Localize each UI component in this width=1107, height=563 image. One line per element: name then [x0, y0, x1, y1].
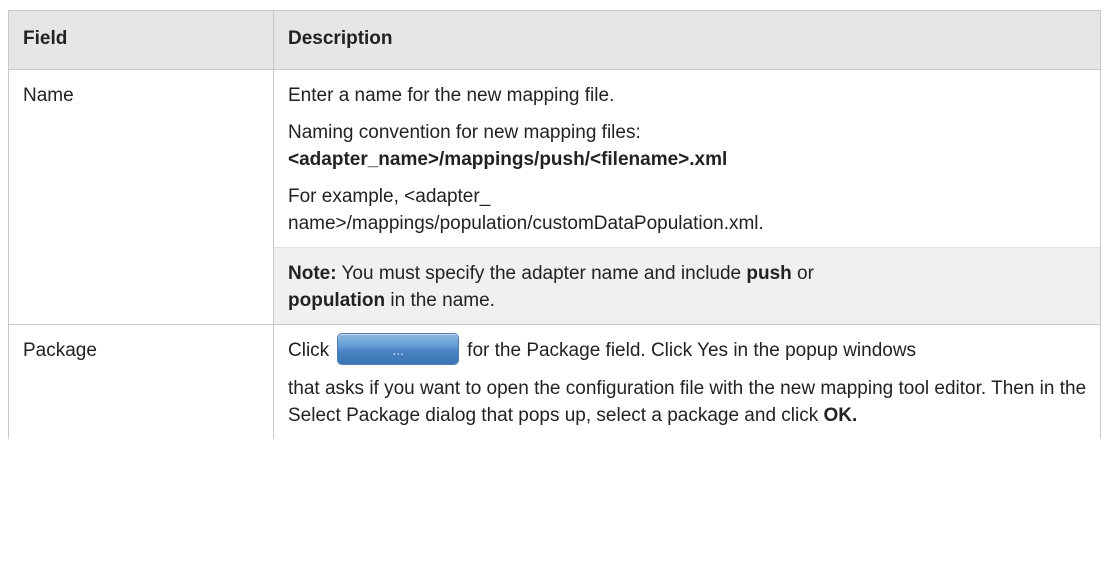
- field-package-cell: Package: [8, 324, 274, 439]
- note-text-part3: in the name.: [385, 290, 495, 311]
- note-text: Note: You must specify the adapter name …: [288, 260, 1086, 314]
- description-column-header: Description: [273, 10, 1101, 70]
- naming-convention: Naming convention for new mapping files:…: [288, 119, 1088, 173]
- naming-convention-label: Naming convention for new mapping files:: [288, 122, 641, 143]
- package-details: that asks if you want to open the config…: [288, 375, 1088, 429]
- package-details-text: that asks if you want to open the config…: [288, 378, 1087, 426]
- note-box: Note: You must specify the adapter name …: [274, 247, 1100, 324]
- package-click-text: Click: [288, 340, 330, 362]
- browse-ellipsis-button[interactable]: ...: [337, 333, 460, 365]
- package-instruction: Click... for the Package field. Click Yes…: [288, 333, 1088, 365]
- field-column-header: Field: [8, 10, 274, 70]
- table-row-package: Package Click... for the Package field. C…: [8, 324, 1101, 439]
- naming-example-line1: For example, <adapter_: [288, 186, 491, 207]
- description-cell-package: Click... for the Package field. Click Yes…: [273, 324, 1101, 439]
- description-cell-name: Enter a name for the new mapping file. N…: [273, 69, 1101, 325]
- field-description-table: Field Description Name Enter a name for …: [8, 10, 1101, 439]
- naming-convention-pattern: <adapter_name>/mappings/push/<filename>.…: [288, 149, 728, 170]
- field-name-cell: Name: [8, 69, 274, 325]
- note-keyword-push: push: [746, 263, 792, 284]
- ok-keyword: OK.: [823, 405, 858, 426]
- note-text-part2: or: [791, 263, 814, 284]
- package-instruction-rest: for the Package field. Click Yes in the …: [467, 340, 917, 362]
- name-instruction: Enter a name for the new mapping file.: [288, 85, 615, 106]
- note-label: Note:: [288, 263, 337, 284]
- note-text-part1: You must specify the adapter name and in…: [336, 263, 747, 284]
- naming-example: For example, <adapter_ name>/mappings/po…: [288, 183, 1088, 237]
- note-keyword-population: population: [288, 290, 386, 311]
- naming-example-line2: name>/mappings/population/customDataPopu…: [288, 213, 764, 234]
- table-row-name: Name Enter a name for the new mapping fi…: [8, 69, 1101, 325]
- header-row: Field Description: [8, 10, 1101, 70]
